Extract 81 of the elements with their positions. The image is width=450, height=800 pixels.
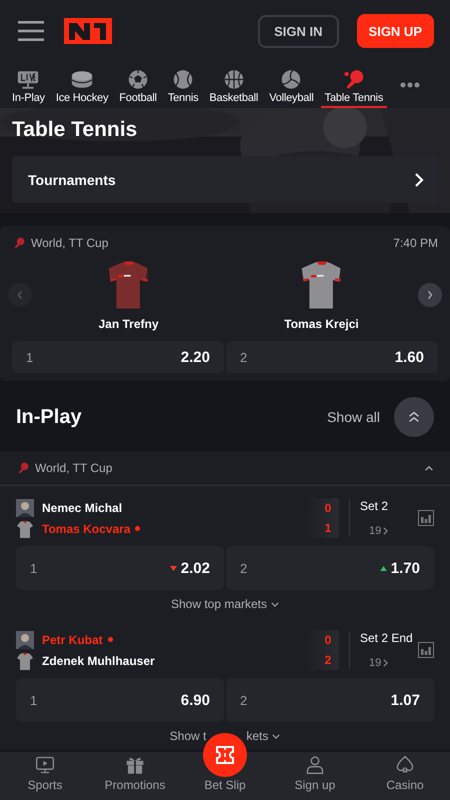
odds-button[interactable]: 2 1.07 [226,678,434,722]
odds-button[interactable]: 2 1.70 [226,546,434,590]
league-name: World, TT Cup [35,461,112,475]
table-tennis-icon [16,462,30,474]
bet-slip-button[interactable] [203,733,247,777]
avatar-icon [16,630,34,648]
table-tennis-icon [342,69,366,90]
player-name: Zdenek Muhlhauser [42,654,155,668]
chevron-left-icon [16,289,24,301]
next-button[interactable] [418,283,442,307]
puck-icon [70,69,94,90]
odds-button[interactable]: 1 2.02 [16,546,224,590]
ticket-icon [213,743,237,767]
score: 0 [324,633,332,647]
tv-icon [35,755,55,775]
table-tennis-icon [12,236,26,248]
chevron-down-icon [272,734,280,738]
jersey-icon [300,259,342,311]
player-name: Petr Kubat [42,632,103,646]
menu-icon[interactable] [18,21,44,41]
more-icon[interactable] [400,82,420,88]
sport-tab[interactable]: Ice Hockey [52,69,112,108]
set-status: Set 2 [360,499,388,513]
jersey-icon [16,652,34,670]
player-name: Tomas Krejci [284,317,359,331]
sign-in-button[interactable]: SIGN IN [258,14,339,48]
chevron-right-icon [414,172,424,188]
collapse-button[interactable] [394,397,434,437]
nav-item[interactable]: Promotions [95,755,175,792]
chevron-right-icon [383,659,388,667]
spade-icon [395,755,415,775]
sport-tab[interactable]: Basketball [205,69,262,108]
tournaments-row[interactable]: Tournaments [12,156,438,203]
score: 2 [324,653,332,667]
section-title: In-Play [16,406,82,428]
nav-item[interactable]: Casino [365,755,445,792]
score: 1 [324,521,332,535]
up-triangle-icon [380,566,387,570]
player-name: Nemec Michal [42,500,122,514]
sport-tab[interactable]: Volleyball [265,69,318,108]
serve-dot [108,637,113,642]
show-top-markets-link[interactable]: kets [246,729,268,743]
nav-item[interactable]: Sports [5,755,85,792]
league-header[interactable]: World, TT Cup [0,451,450,486]
markets-count-link[interactable]: 19 [369,657,388,669]
chevron-down-icon [271,602,280,606]
sport-tab[interactable]: Tennis [164,69,202,108]
jersey-icon [16,520,34,538]
nav-label[interactable]: Bet Slip [204,778,246,792]
player-name: Jan Trefny [98,317,159,331]
serve-dot [135,526,140,531]
chevron-right-icon [383,527,388,535]
down-triangle-icon [170,566,177,570]
chevron-right-icon [426,289,434,301]
chevron-icon [424,464,434,472]
sport-tab[interactable]: Football [115,69,161,108]
jersey-icon [108,259,150,311]
nav-item[interactable]: Sign up [275,755,355,792]
markets-count-link[interactable]: 19 [369,525,388,537]
league-name: World, TT Cup [31,236,108,250]
show-top-markets-link[interactable]: Show t [170,729,206,743]
odds-button[interactable]: 1 2.20 [12,341,224,373]
avatar-icon [16,498,34,516]
odds-button[interactable]: 2 1.60 [226,341,438,373]
sign-up-button[interactable]: SIGN UP [356,14,434,48]
gift-icon [125,755,145,775]
sport-tab[interactable]: In-Play [8,69,49,108]
user-icon [305,755,325,775]
odds-button[interactable]: 1 6.90 [16,678,224,722]
double-chevron-up-icon [407,410,421,424]
score: 0 [324,501,332,515]
show-top-markets-link[interactable]: Show top markets [170,597,268,611]
show-all-link[interactable]: Show all [327,409,380,425]
live-tv-icon [16,69,40,90]
page-title: Table Tennis [12,118,138,142]
match-time: 7:40 PM [393,236,438,250]
logo-icon[interactable] [64,18,112,44]
set-status: Set 2 End [360,631,413,645]
player-name: Tomas Kocvara [42,522,130,536]
stats-icon[interactable] [418,642,434,658]
stats-icon[interactable] [418,510,434,526]
